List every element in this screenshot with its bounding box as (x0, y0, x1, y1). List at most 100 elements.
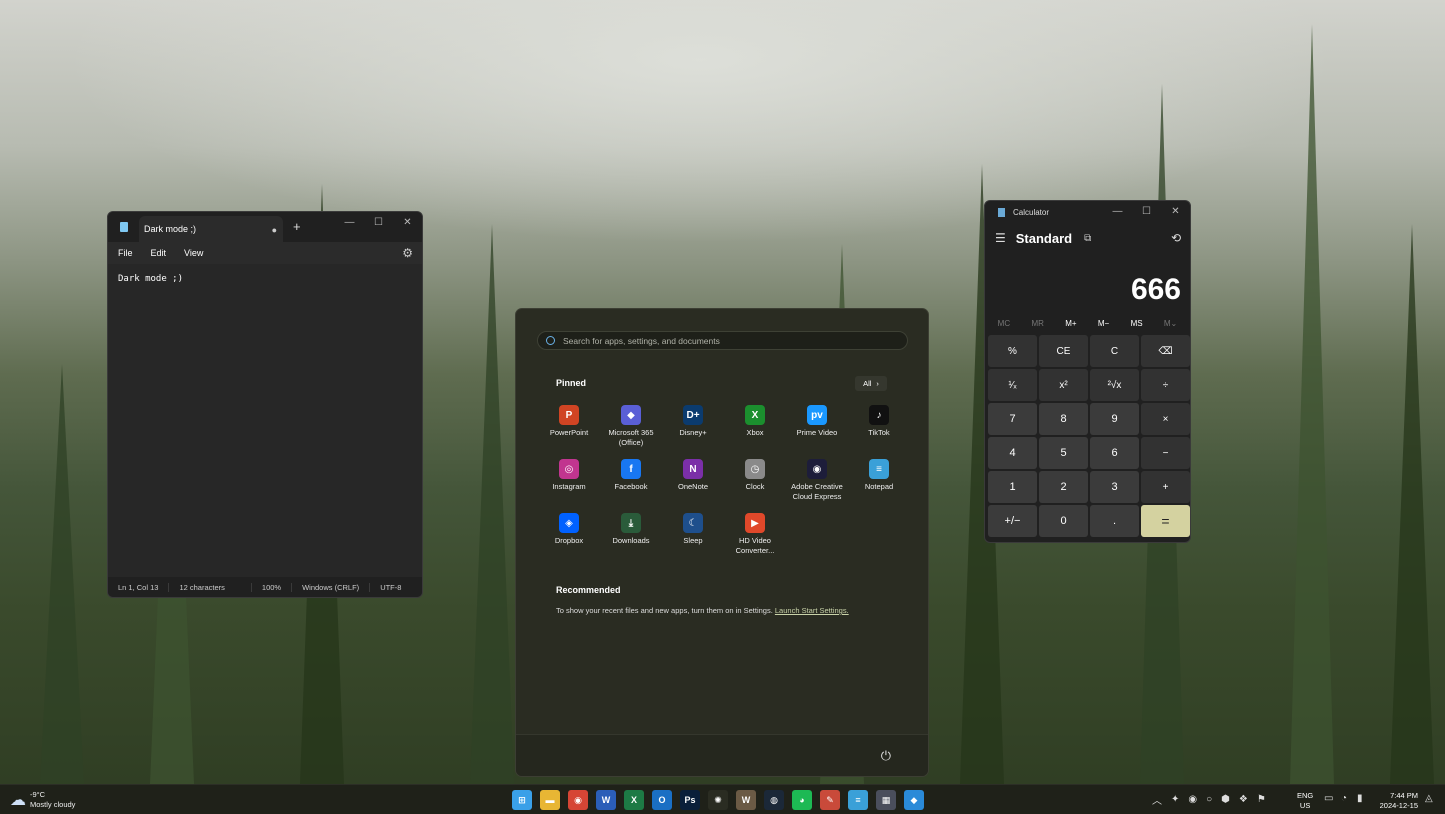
key-minus-button[interactable]: − (1141, 437, 1190, 469)
notepad-window[interactable]: Dark mode ;) ● + — ☐ ✕ File Edit View ⚙ … (107, 211, 423, 598)
minimize-button[interactable]: — (1103, 201, 1132, 221)
key-reciprocal-button[interactable]: ¹⁄ₓ (988, 369, 1037, 401)
key-backspace-button[interactable]: ⌫ (1141, 335, 1190, 367)
tray-app-4-icon[interactable]: ⬢ (1221, 794, 1230, 805)
menu-file[interactable]: File (118, 248, 133, 258)
memory-list-button[interactable]: M⌄ (1164, 319, 1177, 328)
key-percent-button[interactable]: % (988, 335, 1037, 367)
taskbar-clock[interactable]: 7:44 PM 2024-12-15 (1372, 791, 1418, 811)
key-square-button[interactable]: x² (1039, 369, 1088, 401)
maximize-button[interactable]: ☐ (1132, 201, 1161, 221)
unsaved-dot-icon[interactable]: ● (272, 225, 277, 235)
key-negate-button[interactable]: +/− (988, 505, 1037, 537)
key-six-button[interactable]: 6 (1090, 437, 1139, 469)
pinned-app-notepad[interactable]: ≡ Notepad (848, 459, 910, 513)
taskbar-box-app-icon[interactable]: ◆ (904, 790, 924, 810)
taskbar-steam-icon[interactable]: ◍ (764, 790, 784, 810)
memory-subtract-button[interactable]: M− (1098, 319, 1109, 328)
calculator-window[interactable]: Calculator — ☐ ✕ ☰ Standard ⧉ ⟲ 666 MC M… (984, 200, 1191, 543)
taskbar-chatgpt-icon[interactable]: ✺ (708, 790, 728, 810)
key-five-button[interactable]: 5 (1039, 437, 1088, 469)
key-multiply-button[interactable]: × (1141, 403, 1190, 435)
settings-gear-icon[interactable]: ⚙ (402, 246, 413, 260)
pinned-app-tiktok[interactable]: ♪ TikTok (848, 405, 910, 459)
taskbar-wordpad-icon[interactable]: W (736, 790, 756, 810)
pinned-app-adobe-creative-cloud-express[interactable]: ◉ Adobe Creative Cloud Express (786, 459, 848, 513)
pinned-app-xbox[interactable]: X Xbox (724, 405, 786, 459)
menu-view[interactable]: View (184, 248, 203, 258)
memory-recall-button[interactable]: MR (1031, 319, 1043, 328)
key-equals-button[interactable]: = (1141, 505, 1190, 537)
key-nine-button[interactable]: 9 (1090, 403, 1139, 435)
status-zoom[interactable]: 100% (252, 582, 293, 592)
key-four-button[interactable]: 4 (988, 437, 1037, 469)
pinned-app-instagram[interactable]: ◎ Instagram (538, 459, 600, 513)
pinned-app-dropbox[interactable]: ◈ Dropbox (538, 513, 600, 567)
tray-app-1-icon[interactable]: ✦ (1171, 794, 1179, 805)
taskbar-chrome-icon[interactable]: ◉ (568, 790, 588, 810)
taskbar-spotify-icon[interactable]: ◕ (792, 790, 812, 810)
display-icon[interactable]: ▭ (1324, 793, 1333, 804)
pinned-app-facebook[interactable]: f Facebook (600, 459, 662, 513)
menu-edit[interactable]: Edit (151, 248, 167, 258)
power-icon[interactable]: ⏻ (881, 748, 891, 764)
key-one-button[interactable]: 1 (988, 471, 1037, 503)
memory-store-button[interactable]: MS (1131, 319, 1143, 328)
notification-bell-icon[interactable]: ◬ (1425, 793, 1433, 804)
key-zero-button[interactable]: 0 (1039, 505, 1088, 537)
taskbar-start-icon[interactable]: ⊞ (512, 790, 532, 810)
all-apps-button[interactable]: All › (855, 376, 887, 391)
pinned-app-sleep[interactable]: ☾ Sleep (662, 513, 724, 567)
pinned-app-onenote[interactable]: N OneNote (662, 459, 724, 513)
notepad-titlebar[interactable]: Dark mode ;) ● + — ☐ ✕ (108, 212, 422, 242)
tray-app-2-icon[interactable]: ◉ (1188, 794, 1197, 805)
key-plus-button[interactable]: + (1141, 471, 1190, 503)
key-clear-button[interactable]: C (1090, 335, 1139, 367)
taskbar-excel-icon[interactable]: X (624, 790, 644, 810)
new-tab-button[interactable]: + (293, 219, 301, 234)
pinned-app-disney[interactable]: D+ Disney+ (662, 405, 724, 459)
history-icon[interactable]: ⟲ (1171, 231, 1181, 245)
key-three-button[interactable]: 3 (1090, 471, 1139, 503)
pinned-app-clock[interactable]: ◷ Clock (724, 459, 786, 513)
close-button[interactable]: ✕ (1161, 201, 1190, 221)
status-encoding[interactable]: UTF-8 (370, 583, 411, 592)
taskbar-file-explorer-icon[interactable]: ▬ (540, 790, 560, 810)
key-square-root-button[interactable]: ²√x (1090, 369, 1139, 401)
tray-app-3-icon[interactable]: ○ (1206, 794, 1212, 805)
key-decimal-button[interactable]: . (1090, 505, 1139, 537)
key-clear-entry-button[interactable]: CE (1039, 335, 1088, 367)
start-menu[interactable]: Search for apps, settings, and documents… (515, 308, 929, 777)
key-two-button[interactable]: 2 (1039, 471, 1088, 503)
launch-start-settings-link[interactable]: Launch Start Settings. (775, 606, 849, 615)
calculator-titlebar[interactable]: Calculator — ☐ ✕ (985, 201, 1190, 223)
pinned-app-microsoft-365-office[interactable]: ◆ Microsoft 365 (Office) (600, 405, 662, 459)
key-seven-button[interactable]: 7 (988, 403, 1037, 435)
hamburger-menu-icon[interactable]: ☰ (995, 231, 1006, 245)
key-divide-button[interactable]: ÷ (1141, 369, 1190, 401)
notepad-tab[interactable]: Dark mode ;) ● (139, 216, 283, 242)
taskbar-paint-icon[interactable]: ✎ (820, 790, 840, 810)
input-language[interactable]: ENG US (1297, 791, 1313, 811)
network-icon[interactable]: ◔ (1341, 793, 1347, 804)
start-search-box[interactable]: Search for apps, settings, and documents (537, 331, 908, 350)
minimize-button[interactable]: — (335, 212, 364, 232)
keep-on-top-icon[interactable]: ⧉ (1084, 233, 1091, 244)
pinned-app-downloads[interactable]: ⤓ Downloads (600, 513, 662, 567)
show-hidden-icons-chevron-icon[interactable]: ︿ (1152, 792, 1162, 807)
weather-widget[interactable]: ☁ -9°C Mostly cloudy (10, 790, 75, 810)
close-button[interactable]: ✕ (393, 212, 422, 232)
pinned-app-prime-video[interactable]: pv Prime Video (786, 405, 848, 459)
taskbar-outlook-icon[interactable]: O (652, 790, 672, 810)
memory-clear-button[interactable]: MC (998, 319, 1010, 328)
taskbar-word-icon[interactable]: W (596, 790, 616, 810)
notepad-text-area[interactable]: Dark mode ;) (108, 264, 422, 579)
taskbar-notepad-icon[interactable]: ≡ (848, 790, 868, 810)
pinned-app-powerpoint[interactable]: P PowerPoint (538, 405, 600, 459)
status-line-ending[interactable]: Windows (CRLF) (292, 582, 371, 592)
taskbar-photoshop-icon[interactable]: Ps (680, 790, 700, 810)
tray-app-5-icon[interactable]: ❖ (1239, 794, 1248, 805)
pinned-app-hd-video-converter[interactable]: ▶ HD Video Converter... (724, 513, 786, 567)
key-eight-button[interactable]: 8 (1039, 403, 1088, 435)
maximize-button[interactable]: ☐ (364, 212, 393, 232)
